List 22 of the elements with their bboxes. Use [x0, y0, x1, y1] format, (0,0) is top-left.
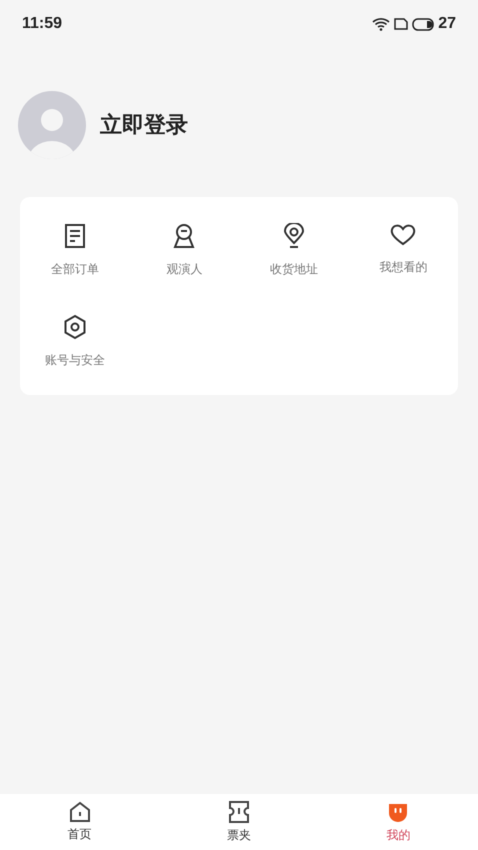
location-pin-icon — [282, 223, 305, 249]
menu-item[interactable]: 观演人 — [130, 223, 239, 278]
hexagon-icon — [62, 314, 87, 340]
heart-icon — [390, 223, 416, 247]
menu-item[interactable]: 我想看的 — [348, 223, 458, 278]
sim-icon — [394, 18, 408, 30]
tab[interactable]: 票夹 — [159, 794, 319, 850]
wifi-icon — [372, 17, 390, 31]
avatar-icon[interactable] — [18, 91, 86, 159]
tab[interactable]: 我的 — [318, 794, 478, 850]
menu-item[interactable]: 账号与安全 — [20, 314, 130, 369]
login-button[interactable]: 立即登录 — [100, 110, 188, 140]
menu-item[interactable]: 全部订单 — [20, 223, 130, 278]
document-icon — [64, 223, 86, 249]
person-icon — [173, 223, 196, 249]
battery-icon — [412, 18, 434, 30]
tab[interactable]: 首页 — [0, 794, 160, 850]
menu-item[interactable]: 收货地址 — [239, 223, 348, 278]
home-icon — [68, 801, 91, 823]
battery-level: 27 — [438, 15, 456, 33]
status-time: 11:59 — [22, 15, 62, 33]
ticket-icon — [228, 800, 250, 824]
